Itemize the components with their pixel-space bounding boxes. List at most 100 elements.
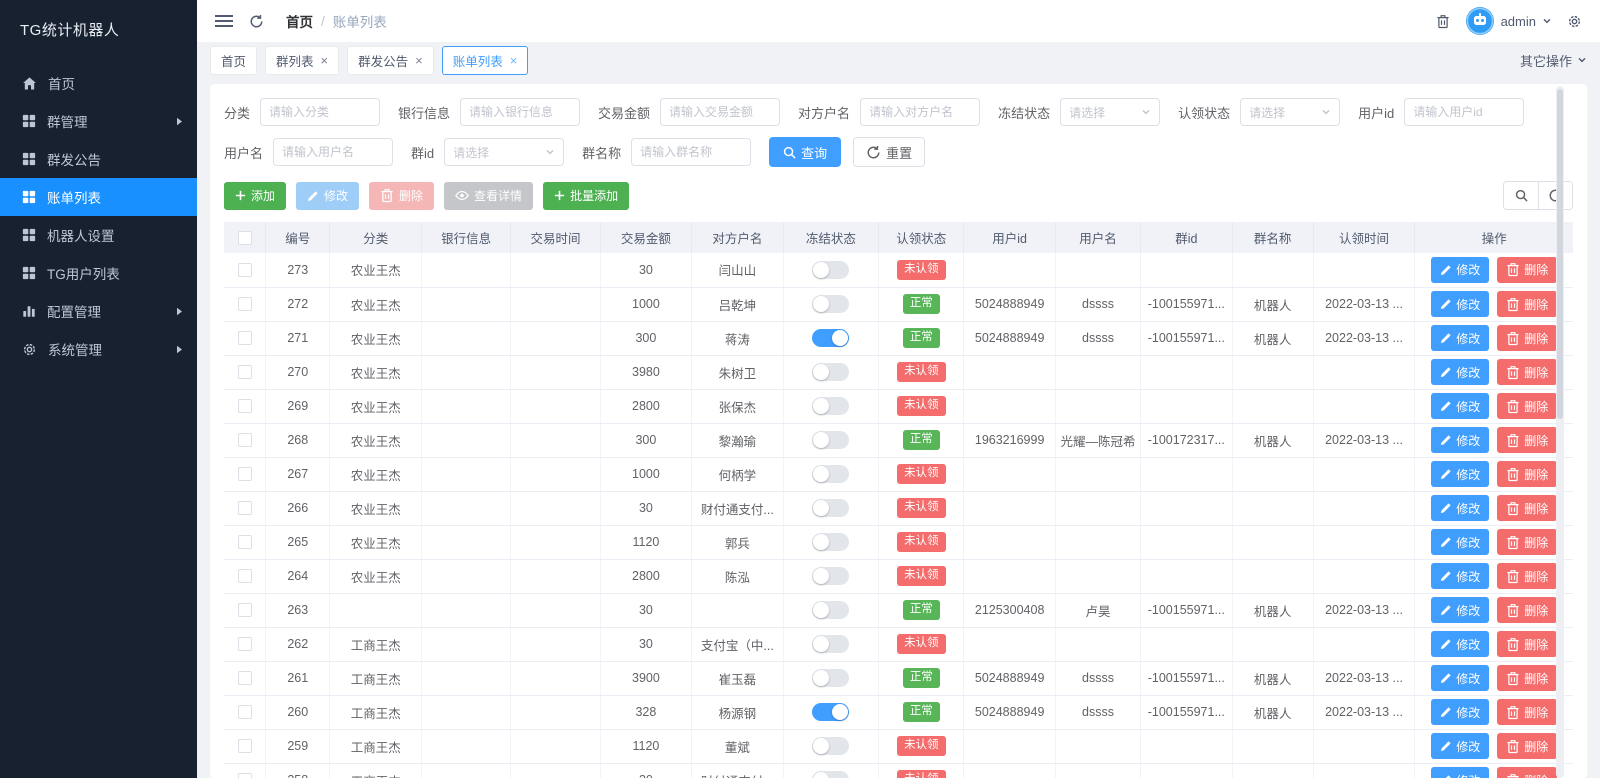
- reset-button[interactable]: 重置: [853, 137, 926, 167]
- search-icon-button[interactable]: [1504, 182, 1538, 209]
- frozen-toggle[interactable]: [812, 703, 850, 721]
- row-delete-button[interactable]: 删除: [1497, 461, 1558, 487]
- row-checkbox[interactable]: [237, 535, 252, 550]
- row-delete-button[interactable]: 删除: [1497, 256, 1558, 283]
- row-delete-button[interactable]: 删除: [1497, 529, 1558, 555]
- tab-群列表[interactable]: 群列表 ×: [265, 45, 340, 75]
- sidebar-item-group-manage[interactable]: 群管理: [0, 102, 197, 140]
- row-edit-button[interactable]: 修改: [1431, 665, 1490, 691]
- frozen-toggle[interactable]: [812, 499, 850, 517]
- row-edit-button[interactable]: 修改: [1431, 699, 1490, 725]
- row-checkbox[interactable]: [237, 739, 252, 754]
- row-edit-button[interactable]: 修改: [1431, 256, 1490, 283]
- select-all-checkbox[interactable]: [237, 230, 252, 245]
- row-delete-button[interactable]: 删除: [1497, 325, 1558, 351]
- frozen-toggle[interactable]: [812, 737, 850, 755]
- row-delete-button[interactable]: 删除: [1497, 699, 1558, 725]
- frozen-toggle[interactable]: [812, 771, 850, 778]
- frozen-toggle[interactable]: [812, 635, 850, 653]
- row-delete-button[interactable]: 删除: [1497, 563, 1558, 589]
- row-checkbox[interactable]: [237, 773, 252, 778]
- frozen-toggle[interactable]: [812, 431, 850, 449]
- user-menu[interactable]: admin: [1465, 6, 1552, 36]
- row-checkbox[interactable]: [237, 501, 252, 516]
- refresh-icon-button[interactable]: [1538, 182, 1572, 209]
- tab-close-icon[interactable]: ×: [510, 54, 518, 67]
- row-checkbox[interactable]: [237, 705, 252, 720]
- sidebar-item-home[interactable]: 首页: [0, 64, 197, 102]
- frozen-toggle[interactable]: [812, 329, 850, 347]
- row-delete-button[interactable]: 删除: [1497, 495, 1558, 521]
- row-checkbox[interactable]: [237, 263, 252, 278]
- filter-select-group-id[interactable]: 请选择: [444, 138, 565, 166]
- scrollbar-thumb[interactable]: [1557, 89, 1563, 419]
- hamburger-icon[interactable]: [215, 14, 233, 28]
- tab-close-icon[interactable]: ×: [321, 54, 329, 67]
- breadcrumb-home[interactable]: 首页: [286, 11, 313, 31]
- row-edit-button[interactable]: 修改: [1431, 461, 1490, 487]
- row-checkbox[interactable]: [237, 331, 252, 346]
- frozen-toggle[interactable]: [812, 567, 850, 585]
- tab-账单列表[interactable]: 账单列表 ×: [441, 45, 529, 75]
- frozen-toggle[interactable]: [812, 363, 850, 381]
- row-checkbox[interactable]: [237, 467, 252, 482]
- row-checkbox[interactable]: [237, 365, 252, 380]
- row-edit-button[interactable]: 修改: [1431, 767, 1490, 778]
- filter-input-bank-info[interactable]: [460, 98, 581, 126]
- filter-input-username[interactable]: [273, 138, 394, 166]
- frozen-toggle[interactable]: [812, 295, 850, 313]
- sidebar-item-robot-settings[interactable]: 机器人设置: [0, 216, 197, 254]
- frozen-toggle[interactable]: [812, 533, 850, 551]
- batch-add-button[interactable]: 批量添加: [543, 181, 630, 210]
- row-edit-button[interactable]: 修改: [1431, 325, 1490, 351]
- row-edit-button[interactable]: 修改: [1431, 631, 1490, 657]
- row-checkbox[interactable]: [237, 671, 252, 686]
- row-delete-button[interactable]: 删除: [1497, 427, 1558, 453]
- filter-input-group-name[interactable]: [631, 138, 752, 166]
- filter-input-amount[interactable]: [660, 98, 781, 126]
- gear-icon[interactable]: [1567, 14, 1582, 29]
- row-edit-button[interactable]: 修改: [1431, 563, 1490, 589]
- trash-icon[interactable]: [1436, 14, 1450, 29]
- filter-select-claim-status[interactable]: 请选择: [1240, 98, 1341, 126]
- row-checkbox[interactable]: [237, 433, 252, 448]
- row-edit-button[interactable]: 修改: [1431, 427, 1490, 453]
- frozen-toggle[interactable]: [812, 260, 850, 279]
- delete-button[interactable]: 删除: [369, 181, 435, 210]
- row-delete-button[interactable]: 删除: [1497, 291, 1558, 317]
- row-edit-button[interactable]: 修改: [1431, 495, 1490, 521]
- row-edit-button[interactable]: 修改: [1431, 359, 1490, 385]
- row-delete-button[interactable]: 删除: [1497, 359, 1558, 385]
- refresh-icon[interactable]: [249, 14, 264, 29]
- row-delete-button[interactable]: 删除: [1497, 393, 1558, 419]
- tab-群发公告[interactable]: 群发公告 ×: [347, 45, 434, 75]
- frozen-toggle[interactable]: [812, 601, 850, 619]
- tab-close-icon[interactable]: ×: [415, 54, 423, 67]
- row-delete-button[interactable]: 删除: [1497, 733, 1558, 759]
- frozen-toggle[interactable]: [812, 397, 850, 415]
- frozen-toggle[interactable]: [812, 669, 850, 687]
- sidebar-item-group-announce[interactable]: 群发公告: [0, 140, 197, 178]
- row-delete-button[interactable]: 删除: [1497, 597, 1558, 623]
- row-checkbox[interactable]: [237, 297, 252, 312]
- frozen-toggle[interactable]: [812, 465, 850, 483]
- row-edit-button[interactable]: 修改: [1431, 291, 1490, 317]
- sidebar-item-config-manage[interactable]: 配置管理: [0, 292, 197, 330]
- row-edit-button[interactable]: 修改: [1431, 393, 1490, 419]
- row-delete-button[interactable]: 删除: [1497, 665, 1558, 691]
- more-operations-dropdown[interactable]: 其它操作: [1520, 51, 1587, 70]
- row-edit-button[interactable]: 修改: [1431, 597, 1490, 623]
- row-checkbox[interactable]: [237, 603, 252, 618]
- tab-首页[interactable]: 首页: [210, 45, 258, 75]
- row-edit-button[interactable]: 修改: [1431, 529, 1490, 555]
- filter-input-user-id[interactable]: [1404, 98, 1525, 126]
- query-button[interactable]: 查询: [769, 137, 842, 167]
- view-detail-button[interactable]: 查看详情: [444, 181, 534, 210]
- row-delete-button[interactable]: 删除: [1497, 767, 1558, 778]
- sidebar-item-bill-list[interactable]: 账单列表: [0, 178, 197, 216]
- edit-button[interactable]: 修改: [296, 181, 360, 210]
- row-checkbox[interactable]: [237, 399, 252, 414]
- row-edit-button[interactable]: 修改: [1431, 733, 1490, 759]
- filter-input-counterparty[interactable]: [860, 98, 981, 126]
- sidebar-item-system-manage[interactable]: 系统管理: [0, 330, 197, 368]
